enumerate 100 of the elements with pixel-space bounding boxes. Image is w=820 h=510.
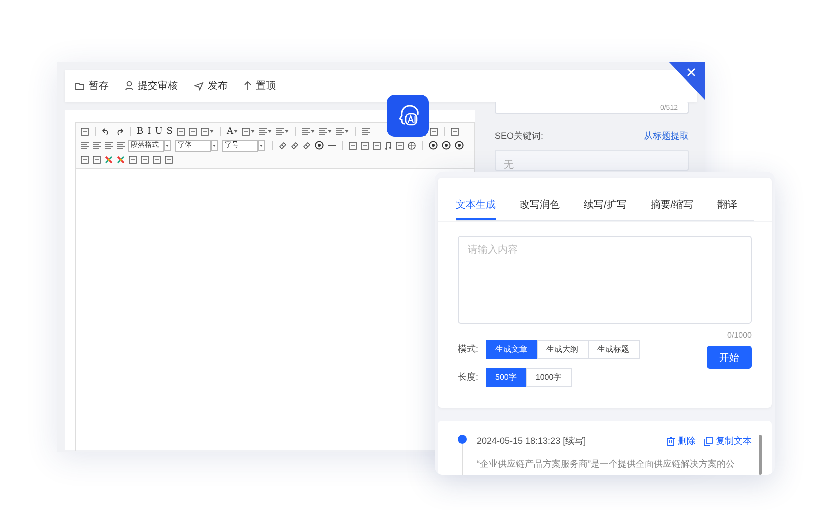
toolbar-button[interactable] xyxy=(428,140,439,152)
square-icon xyxy=(153,156,161,164)
copy-icon xyxy=(704,437,713,446)
circle-icon xyxy=(455,141,464,150)
align-icon xyxy=(302,128,310,135)
square-icon xyxy=(361,142,369,150)
square-icon xyxy=(430,128,438,136)
colorful-icon xyxy=(105,156,113,164)
toolbar-button[interactable] xyxy=(258,126,274,138)
format-button[interactable]: U xyxy=(154,126,164,138)
toolbar-button[interactable] xyxy=(318,126,334,138)
mode-label: 模式: xyxy=(458,343,479,356)
toolbar-button[interactable] xyxy=(335,126,350,138)
square-icon xyxy=(129,156,137,164)
music-note-icon xyxy=(385,142,392,150)
format-button[interactable]: A xyxy=(226,126,240,138)
format-button[interactable]: S xyxy=(166,126,174,138)
toolbar-button[interactable] xyxy=(302,140,312,152)
placeholder-text: 无 xyxy=(504,160,514,171)
scrollbar[interactable] xyxy=(759,435,762,475)
align-icon xyxy=(105,142,113,149)
toolbar-button[interactable] xyxy=(301,126,316,138)
up-arrow-icon xyxy=(244,81,252,91)
align-icon xyxy=(259,128,268,135)
history-timestamp: 2024-05-15 18:13:23 [续写] xyxy=(477,435,588,448)
folder-icon xyxy=(75,82,85,90)
toolbar-button[interactable] xyxy=(384,140,393,152)
tab[interactable]: 改写润色 xyxy=(520,178,560,220)
square-icon xyxy=(93,156,101,164)
delete-button[interactable]: 删除 xyxy=(667,435,696,448)
tab[interactable]: 摘要/缩写 xyxy=(650,178,694,220)
link-icon xyxy=(303,142,311,150)
history-text: “企业供应链产品方案服务商”是一个提供全面供应链解决方案的公 xyxy=(477,458,736,471)
caret-icon[interactable] xyxy=(211,140,218,151)
trash-icon xyxy=(667,437,675,446)
toolbar-button[interactable] xyxy=(200,126,215,138)
square-icon xyxy=(188,128,197,136)
globe-icon xyxy=(408,142,416,150)
ai-head-icon[interactable] xyxy=(387,95,429,137)
send-icon xyxy=(194,82,204,90)
action-button[interactable]: 发布 xyxy=(194,77,228,95)
toolbar-button[interactable] xyxy=(454,140,465,152)
undo-icon xyxy=(102,128,111,136)
square-icon xyxy=(81,156,89,164)
format-button[interactable]: I xyxy=(146,126,152,138)
square-icon xyxy=(141,156,149,164)
align-icon xyxy=(117,142,125,149)
square-icon xyxy=(200,128,209,136)
square-icon xyxy=(242,128,250,136)
character-counter: 0/1000 xyxy=(728,331,752,340)
toolbar-button[interactable] xyxy=(441,140,452,152)
tab[interactable]: 续写/扩写 xyxy=(584,178,627,220)
start-button[interactable]: 开始 xyxy=(707,346,752,369)
redo-icon xyxy=(115,128,124,136)
toolbar-button[interactable] xyxy=(278,140,288,152)
square-icon xyxy=(349,142,357,150)
mode-option[interactable]: 生成大纲 xyxy=(536,340,589,359)
link-icon xyxy=(291,142,299,150)
copy-text-button[interactable]: 复制文本 xyxy=(704,435,752,448)
toolbar-button[interactable] xyxy=(290,140,300,152)
caret-icon[interactable] xyxy=(258,140,265,151)
seo-keywords-label: SEO关键词: xyxy=(495,130,544,143)
user-icon xyxy=(125,81,134,91)
extract-from-title-link[interactable]: 从标题提取 xyxy=(644,130,689,143)
square-icon xyxy=(396,142,404,150)
action-button[interactable]: 提交审核 xyxy=(125,77,178,95)
toolbar-button[interactable] xyxy=(407,140,417,152)
action-button[interactable]: 暂存 xyxy=(75,77,109,95)
align-icon xyxy=(81,142,89,149)
toolbar-button[interactable] xyxy=(314,140,325,152)
tab[interactable]: 文本生成 xyxy=(456,178,496,220)
toolbar-button[interactable] xyxy=(275,126,290,138)
timeline-dot xyxy=(458,435,467,444)
align-icon xyxy=(93,142,101,149)
caret-icon[interactable] xyxy=(164,140,171,151)
square-icon xyxy=(373,142,381,150)
close-button[interactable] xyxy=(669,62,705,100)
toolbar-button[interactable] xyxy=(241,126,256,138)
length-label: 长度: xyxy=(458,371,479,384)
action-button[interactable]: 置顶 xyxy=(244,77,276,95)
square-icon xyxy=(81,128,89,136)
circle-icon xyxy=(315,141,324,150)
tab[interactable]: 翻译 xyxy=(718,178,738,220)
align-icon xyxy=(276,128,284,135)
square-icon xyxy=(165,156,173,164)
circle-icon xyxy=(442,141,451,150)
mode-option[interactable]: 生成标题 xyxy=(588,340,640,359)
align-icon xyxy=(362,128,370,135)
format-button[interactable]: B xyxy=(136,126,145,138)
length-option[interactable]: 500字 xyxy=(486,368,527,387)
square-icon xyxy=(176,128,185,136)
mode-option[interactable]: 生成文章 xyxy=(486,340,538,359)
align-icon xyxy=(319,128,328,135)
length-option[interactable]: 1000字 xyxy=(526,368,572,387)
align-icon xyxy=(336,128,344,135)
horizontal-line-icon xyxy=(328,144,336,146)
square-icon xyxy=(451,128,460,136)
circle-icon xyxy=(429,141,438,150)
prompt-input[interactable]: 请输入内容 xyxy=(458,236,752,324)
link-icon xyxy=(279,142,287,150)
